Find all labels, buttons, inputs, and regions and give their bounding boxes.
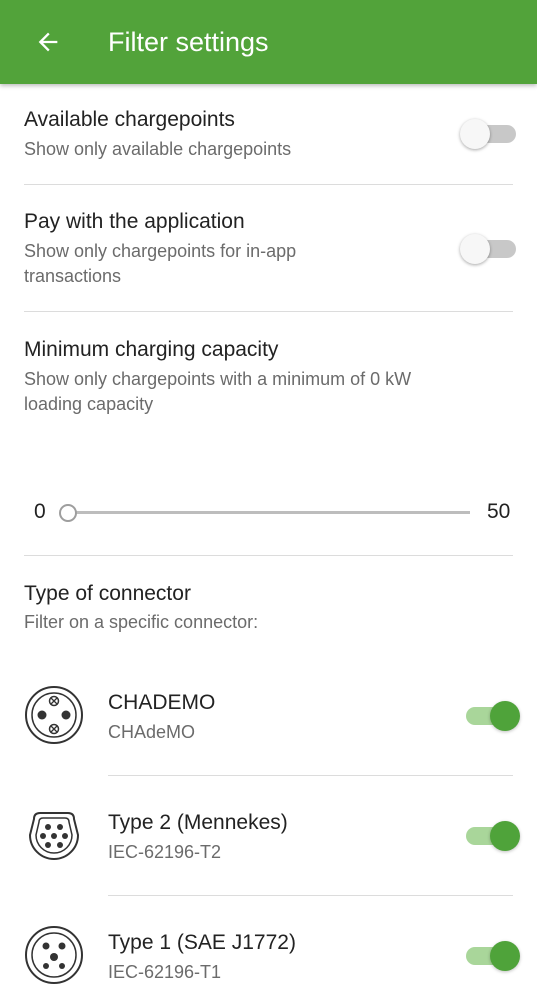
pay-with-app-subtitle-line1: Show only chargepoints for in-app — [24, 241, 297, 261]
divider — [108, 775, 513, 776]
available-chargepoints-toggle[interactable] — [460, 119, 520, 149]
min-capacity-subtitle-line2: loading capacity — [24, 394, 154, 414]
capacity-slider-thumb[interactable] — [59, 504, 77, 522]
slider-max-label: 50 — [487, 500, 511, 523]
back-button[interactable] — [30, 24, 66, 60]
connector-name: Type 1 (SAE J1772) — [108, 931, 296, 954]
pay-with-app-toggle[interactable] — [460, 234, 520, 264]
min-capacity-title: Minimum charging capacity — [24, 338, 279, 361]
arrow-left-icon — [38, 32, 58, 52]
available-chargepoints-title: Available chargepoints — [24, 108, 235, 131]
divider — [24, 184, 513, 185]
divider — [24, 311, 513, 312]
capacity-slider-track[interactable] — [66, 511, 470, 514]
capacity-slider-row: 0 50 — [0, 490, 537, 534]
chademo-connector-icon — [24, 685, 84, 745]
connector-name: Type 2 (Mennekes) — [108, 811, 288, 834]
connector-code: CHAdeMO — [108, 722, 196, 742]
divider — [108, 895, 513, 896]
type2-connector-icon — [24, 805, 84, 865]
type1-connector-icon — [24, 925, 84, 985]
page-title: Filter settings — [108, 27, 269, 57]
connector-code: IEC-62196-T1 — [108, 962, 222, 982]
app-bar: Filter settings — [0, 0, 537, 84]
connector-code: IEC-62196-T2 — [108, 842, 222, 862]
connector-name: CHADEMO — [108, 691, 216, 714]
available-chargepoints-subtitle: Show only available chargepoints — [24, 139, 292, 159]
divider — [24, 555, 513, 556]
connector-type-title: Type of connector — [24, 582, 191, 605]
connector-type-subtitle: Filter on a specific connector: — [24, 612, 259, 632]
pay-with-app-subtitle-line2: transactions — [24, 266, 122, 286]
min-capacity-subtitle-line1: Show only chargepoints with a minimum of… — [24, 369, 412, 389]
pay-with-app-title: Pay with the application — [24, 210, 245, 233]
chademo-toggle[interactable] — [460, 701, 520, 731]
type2-toggle[interactable] — [460, 821, 520, 851]
type1-toggle[interactable] — [460, 941, 520, 971]
slider-min-label: 0 — [34, 500, 46, 523]
